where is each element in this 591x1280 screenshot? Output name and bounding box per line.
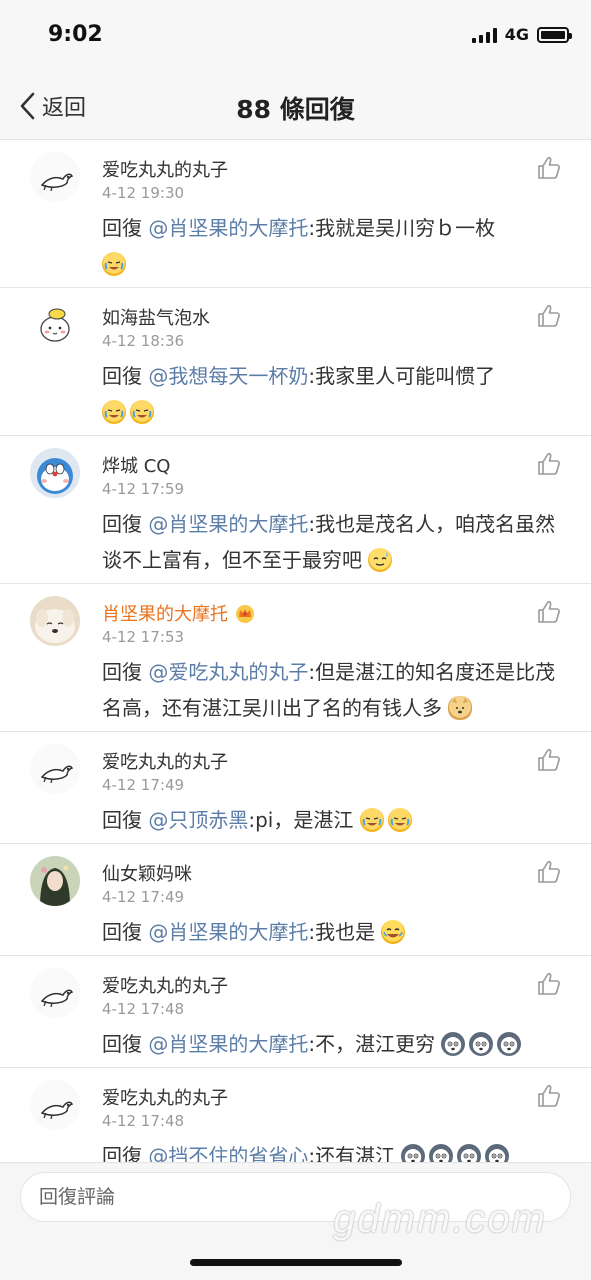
comment-time: 4-12 17:48	[102, 1112, 185, 1130]
thumbs-up-icon[interactable]	[535, 970, 563, 998]
comment-item[interactable]: 仙女颖妈咪 4-12 17:49 回復 @肖坚果的大摩托:我也是	[0, 844, 591, 956]
comment-body: 回復 @肖坚果的大摩托:不，湛江更穷	[102, 1026, 565, 1062]
avatar[interactable]	[30, 448, 80, 498]
crown-badge-icon	[236, 605, 254, 623]
mention-link[interactable]: @爱吃丸丸的丸子	[148, 660, 308, 684]
cry-laugh-emoji-icon	[130, 400, 154, 424]
husky-emoji-icon	[469, 1032, 494, 1056]
comment-time: 4-12 18:36	[102, 332, 185, 350]
comment-body: 回復 @挡不住的省省心:还有湛江	[102, 1138, 565, 1162]
laugh-emoji-icon	[381, 920, 406, 944]
thumbs-up-icon[interactable]	[535, 154, 563, 182]
battery-icon	[537, 26, 572, 43]
home-indicator[interactable]	[190, 1259, 402, 1266]
comment-body: 回復 @肖坚果的大摩托:我也是茂名人，咱茂名虽然谈不上富有，但不至于最穷吧	[102, 512, 556, 572]
comment-item[interactable]: 肖坚果的大摩托 4-12 17:53 回復 @爱吃丸丸的丸子:但是湛江的知名度还…	[0, 584, 591, 732]
bird-avatar-icon	[30, 744, 80, 794]
status-bar: 9:02 4G	[0, 0, 591, 72]
commenter-name[interactable]: 爱吃丸丸的丸子	[102, 156, 228, 182]
cry-laugh-emoji-icon	[102, 400, 126, 424]
lemon-character-avatar-icon	[30, 300, 80, 350]
cry-laugh-emoji-icon	[387, 808, 412, 832]
comment-item[interactable]: 烨城 CQ 4-12 17:59 回復 @肖坚果的大摩托:我也是茂名人，咱茂名虽…	[0, 436, 591, 584]
nav-bar: 返回 88 條回復	[0, 72, 591, 140]
mention-link[interactable]: @肖坚果的大摩托	[148, 920, 308, 944]
comment-time: 4-12 17:53	[102, 628, 185, 646]
commenter-name[interactable]: 爱吃丸丸的丸子	[102, 1084, 228, 1110]
cry-laugh-emoji-icon	[359, 808, 384, 832]
comment-time: 4-12 17:49	[102, 888, 185, 906]
comment-time: 4-12 19:30	[102, 184, 185, 202]
husky-emoji-icon	[457, 1144, 482, 1162]
mention-link[interactable]: @我想每天一杯奶	[148, 364, 308, 388]
thumbs-up-icon[interactable]	[535, 302, 563, 330]
bottom-bar: 回復評論 gdmm.com	[0, 1162, 591, 1280]
comment-item[interactable]: 爱吃丸丸的丸子 4-12 17:49 回復 @只顶赤黑:pi，是湛江	[0, 732, 591, 844]
comment-time: 4-12 17:49	[102, 776, 185, 794]
watermark-text: gdmm.com	[333, 1197, 547, 1241]
sweat-emoji-icon	[368, 548, 393, 572]
husky-emoji-icon	[497, 1032, 522, 1056]
bird-avatar-icon	[30, 1080, 80, 1130]
back-button[interactable]: 返回	[16, 90, 86, 122]
avatar[interactable]	[30, 744, 80, 794]
commenter-name[interactable]: 肖坚果的大摩托	[102, 600, 256, 626]
doge-emoji-icon	[448, 696, 473, 720]
back-label: 返回	[42, 96, 87, 121]
status-icons: 4G	[471, 25, 572, 44]
comment-body: 回復 @只顶赤黑:pi，是湛江	[102, 802, 565, 838]
comment-item[interactable]: 爱吃丸丸的丸子 4-12 17:48 回復 @肖坚果的大摩托:不，湛江更穷	[0, 956, 591, 1068]
commenter-name[interactable]: 如海盐气泡水	[102, 304, 210, 330]
network-type: 4G	[504, 25, 529, 44]
thumbs-up-icon[interactable]	[535, 450, 563, 478]
mention-link[interactable]: @肖坚果的大摩托	[148, 1032, 308, 1056]
comment-item[interactable]: 爱吃丸丸的丸子 4-12 17:48 回復 @挡不住的省省心:还有湛江	[0, 1068, 591, 1162]
comment-time: 4-12 17:48	[102, 1000, 185, 1018]
mention-link[interactable]: @肖坚果的大摩托	[148, 216, 308, 240]
comment-body: 回復 @肖坚果的大摩托:我就是吴川穷ｂ一枚	[102, 210, 565, 282]
thumbs-up-icon[interactable]	[535, 746, 563, 774]
comment-body: 回復 @肖坚果的大摩托:我也是	[102, 914, 565, 950]
comment-body: 回復 @爱吃丸丸的丸子:但是湛江的知名度还是比茂名高，还有湛江吴川出了名的有钱人…	[102, 660, 556, 720]
avatar[interactable]	[30, 1080, 80, 1130]
thumbs-up-icon[interactable]	[535, 598, 563, 626]
bird-avatar-icon	[30, 152, 80, 202]
mention-link[interactable]: @只顶赤黑	[148, 808, 248, 832]
avatar[interactable]	[30, 300, 80, 350]
avatar[interactable]	[30, 596, 80, 646]
doraemon-avatar-icon	[30, 448, 80, 498]
commenter-name[interactable]: 烨城 CQ	[102, 452, 170, 478]
thumbs-up-icon[interactable]	[535, 858, 563, 886]
avatar[interactable]	[30, 856, 80, 906]
husky-emoji-icon	[441, 1032, 466, 1056]
avatar[interactable]	[30, 152, 80, 202]
page-title: 88 條回復	[236, 95, 355, 124]
status-time: 9:02	[48, 22, 103, 47]
bird-avatar-icon	[30, 968, 80, 1018]
thumbs-up-icon[interactable]	[535, 1082, 563, 1110]
signal-icon	[471, 27, 497, 43]
avatar[interactable]	[30, 968, 80, 1018]
comment-item[interactable]: 如海盐气泡水 4-12 18:36 回復 @我想每天一杯奶:我家里人可能叫惯了	[0, 288, 591, 436]
comment-time: 4-12 17:59	[102, 480, 185, 498]
portrait-avatar-icon	[30, 856, 80, 906]
mention-link[interactable]: @肖坚果的大摩托	[148, 512, 308, 536]
commenter-name[interactable]: 仙女颖妈咪	[102, 860, 192, 886]
comment-body: 回復 @我想每天一杯奶:我家里人可能叫惯了	[102, 358, 565, 430]
cry-laugh-emoji-icon	[102, 252, 126, 276]
husky-emoji-icon	[485, 1144, 510, 1162]
comment-item[interactable]: 爱吃丸丸的丸子 4-12 19:30 回復 @肖坚果的大摩托:我就是吴川穷ｂ一枚	[0, 140, 591, 288]
commenter-name[interactable]: 爱吃丸丸的丸子	[102, 748, 228, 774]
commenter-name[interactable]: 爱吃丸丸的丸子	[102, 972, 228, 998]
puppy-avatar-icon	[30, 596, 80, 646]
chevron-left-icon	[20, 92, 35, 120]
husky-emoji-icon	[429, 1144, 454, 1162]
husky-emoji-icon	[401, 1144, 426, 1162]
comment-list[interactable]: 爱吃丸丸的丸子 4-12 19:30 回復 @肖坚果的大摩托:我就是吴川穷ｂ一枚…	[0, 140, 591, 1162]
mention-link[interactable]: @挡不住的省省心	[148, 1144, 308, 1162]
